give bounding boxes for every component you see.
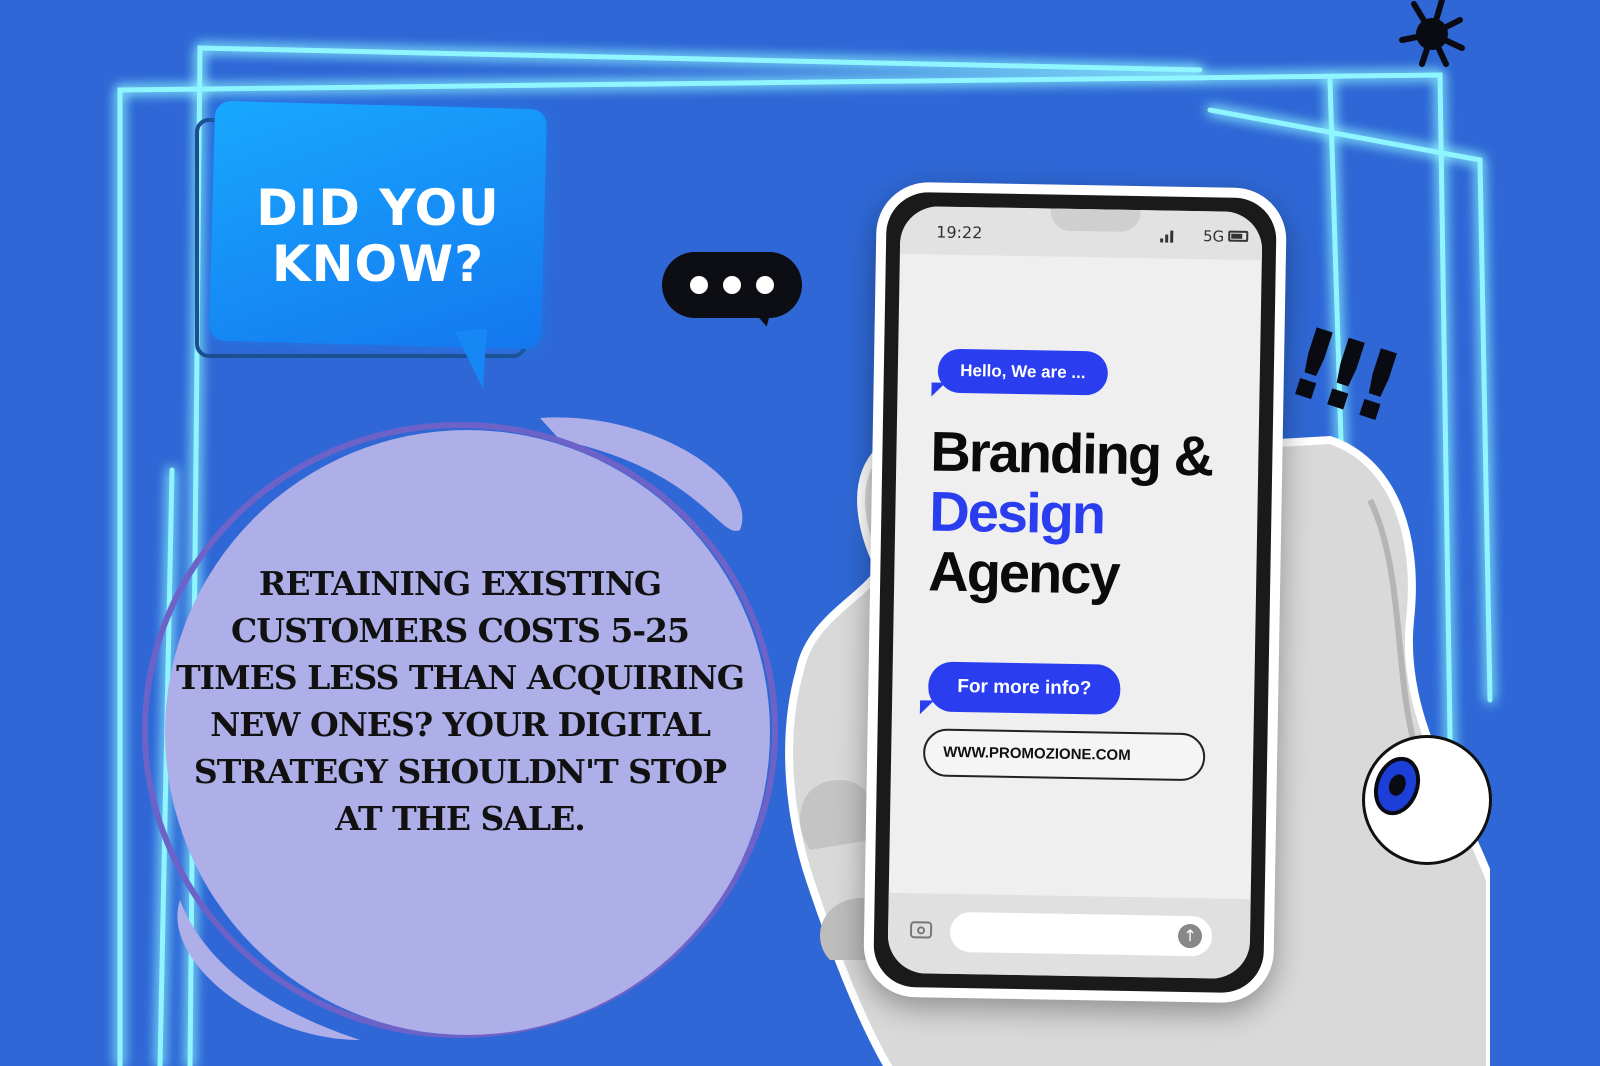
agency-headline: Branding & Design Agency <box>927 419 1213 606</box>
callout-tail <box>454 328 494 392</box>
status-time: 19:22 <box>936 222 983 243</box>
ink-splat-icon <box>1399 0 1465 67</box>
headline-line-3: Agency <box>927 539 1120 606</box>
fact-line: CUSTOMERS COSTS 5-25 <box>231 611 690 650</box>
eyeball-icon <box>1362 735 1492 865</box>
website-url[interactable]: WWW.PROMOZIONE.COM <box>922 728 1206 782</box>
camera-icon[interactable] <box>909 921 933 939</box>
callout-line-2: KNOW? <box>271 235 485 293</box>
typing-dot <box>723 276 741 294</box>
fact-text: RETAINING EXISTING CUSTOMERS COSTS 5-25 … <box>170 560 750 842</box>
typing-dot <box>756 276 774 294</box>
poster: DID YOU KNOW? RETAINING EXISTING CUSTOME… <box>0 0 1600 1066</box>
eye-pupil <box>1386 771 1409 799</box>
fact-line: RETAINING EXISTING <box>258 564 662 603</box>
fact-line: AT THE SALE. <box>335 799 586 838</box>
info-chip-tail <box>919 700 935 715</box>
typing-dot <box>690 276 708 294</box>
typing-dots-icon <box>662 252 802 318</box>
greeting-chip-tail <box>931 382 946 397</box>
fact-line: NEW ONES? YOUR DIGITAL <box>210 705 711 744</box>
more-info-chip[interactable]: For more info? <box>927 661 1121 715</box>
status-bar: 19:22 5G <box>899 205 1263 261</box>
signal-icon <box>1160 230 1174 243</box>
message-input[interactable] <box>949 911 1213 957</box>
network-label: 5G <box>1202 227 1225 246</box>
fact-line: TIMES LESS THAN ACQUIRING <box>176 658 745 697</box>
fact-line: STRATEGY SHOULDN'T STOP <box>193 752 727 791</box>
did-you-know-heading: DID YOU KNOW? <box>228 180 528 292</box>
phone-screen: 19:22 5G Hello, We are ... Branding & De… <box>887 205 1263 980</box>
battery-icon <box>1228 230 1249 242</box>
greeting-chip: Hello, We are ... <box>937 348 1109 396</box>
headline-line-1: Branding & <box>929 419 1213 488</box>
phone-notch <box>1050 208 1141 233</box>
eye-iris <box>1366 750 1428 822</box>
message-composer: ↑ <box>887 892 1251 980</box>
headline-line-2: Design <box>928 479 1105 546</box>
callout-line-1: DID YOU <box>256 179 500 237</box>
smartphone: 19:22 5G Hello, We are ... Branding & De… <box>862 181 1288 1004</box>
